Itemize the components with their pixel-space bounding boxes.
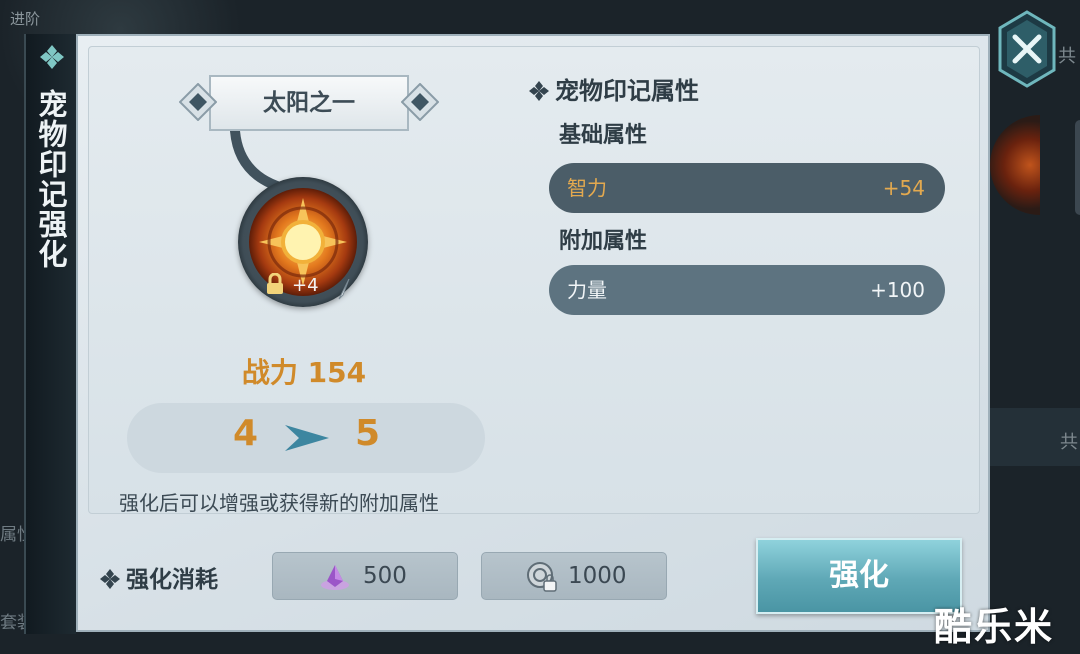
attributes-title-text: 宠物印记属性: [555, 77, 699, 105]
attribute-value: +100: [870, 278, 925, 302]
cost-value: 500: [363, 563, 407, 589]
mark-level-badge: +4: [292, 275, 319, 296]
attributes-section-title: 宠物印记属性: [529, 71, 699, 106]
lock-icon: [267, 273, 283, 294]
combat-power: 战力 154: [241, 356, 367, 389]
level-from: 4: [233, 413, 259, 454]
cost-item-crystal[interactable]: 500: [272, 552, 458, 600]
side-tab[interactable]: 宠物印记强化: [24, 34, 76, 634]
level-upgrade-display: 4 5: [127, 403, 485, 473]
mark-info-area: 太阳之一 +4 战力 154 4 5 强化后可以增强或获得新的附加属性 宠物印记…: [88, 46, 980, 515]
cost-title-text: 强化消耗: [126, 567, 218, 593]
base-attributes-title: 基础属性: [559, 123, 648, 148]
purple-crystal-icon: [321, 565, 349, 590]
background-scrollbar: [1075, 120, 1080, 215]
watermark: 酷乐米: [934, 605, 1055, 649]
cost-title: 强化消耗: [100, 560, 218, 594]
attribute-name: 智力: [567, 176, 607, 200]
close-x-icon: [998, 10, 1056, 88]
quill-icon: [338, 279, 350, 300]
diamond-cluster-icon: [100, 569, 120, 589]
locked-coin-icon: [527, 562, 557, 592]
cost-value: 1000: [568, 563, 627, 589]
extra-attribute-row: 力量 +100: [549, 265, 945, 315]
close-button[interactable]: [996, 10, 1058, 88]
diamond-cluster-icon: [40, 45, 64, 69]
strengthen-button-label: 强化: [829, 558, 889, 593]
strengthen-panel: 太阳之一 +4 战力 154 4 5 强化后可以增强或获得新的附加属性 宠物印记…: [76, 34, 990, 632]
extra-attributes-title: 附加属性: [559, 229, 648, 254]
strengthen-button[interactable]: 强化: [756, 538, 962, 614]
cost-item-coin[interactable]: 1000: [481, 552, 667, 600]
mark-name: 太阳之一: [263, 90, 355, 116]
mark-name-banner: 太阳之一: [179, 75, 439, 131]
side-tab-title: 宠物印记强化: [34, 89, 68, 269]
level-to: 5: [355, 413, 381, 454]
background-total-label: 共: [1058, 46, 1076, 67]
background-advance-tab: 进阶: [10, 10, 41, 28]
base-attribute-row: 智力 +54: [549, 163, 945, 213]
strengthen-hint: 强化后可以增强或获得新的附加属性: [119, 491, 439, 515]
diamond-cluster-icon: [529, 81, 549, 101]
attribute-value: +54: [882, 176, 925, 200]
attribute-name: 力量: [567, 278, 607, 302]
background-total-label-2: 共: [1060, 432, 1078, 453]
arrow-right-icon: [285, 425, 329, 451]
